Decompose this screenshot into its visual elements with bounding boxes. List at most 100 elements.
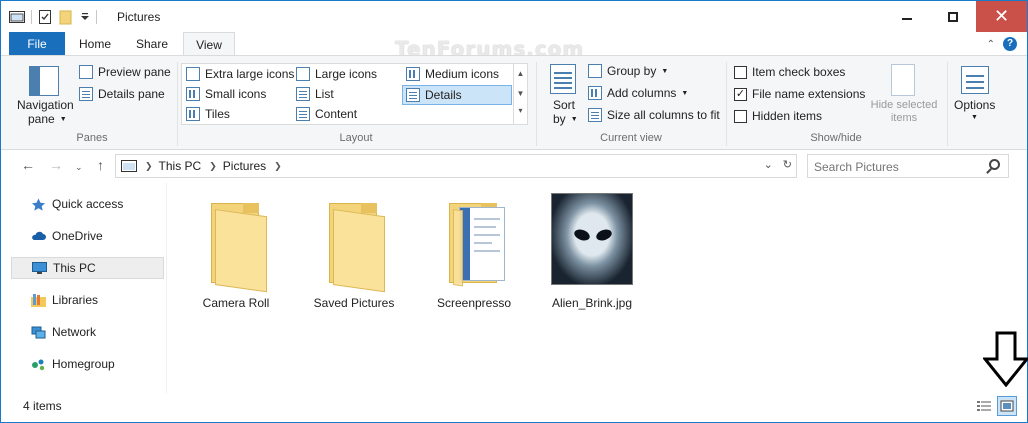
add-columns-button[interactable]: Add columns ▼	[588, 86, 688, 100]
file-name-extensions-checkbox[interactable]: ✓	[734, 87, 747, 101]
tab-file[interactable]: File	[9, 32, 65, 56]
item-check-boxes-checkbox[interactable]	[734, 65, 747, 79]
details-pane-button[interactable]: Details pane	[79, 87, 165, 101]
search-input[interactable]	[814, 159, 984, 175]
nav-item-libraries[interactable]: Libraries	[11, 289, 164, 311]
sort-by-dropdown[interactable]: by ▼	[553, 112, 578, 126]
cloud-icon	[32, 231, 46, 240]
scroll-up-icon[interactable]: ▲	[514, 64, 527, 84]
tab-home[interactable]: Home	[69, 32, 121, 56]
navigation-pane-icon	[29, 66, 59, 96]
small-icons-icon	[186, 87, 200, 101]
details-view-button[interactable]	[974, 396, 994, 416]
search-box[interactable]	[807, 154, 1009, 178]
layout-small-icons[interactable]: Small icons	[186, 87, 266, 101]
hide-selected-items-button[interactable]: Hide selected items	[865, 99, 943, 125]
layout-large-icons[interactable]: Large icons	[296, 67, 377, 81]
refresh-icon[interactable]: ↻	[783, 158, 792, 171]
list-icon	[296, 87, 310, 101]
navigation-pane: Quick access OneDrive This PC Libraries …	[1, 183, 167, 393]
tiles-icon	[186, 107, 200, 121]
group-by-button[interactable]: Group by ▼	[588, 64, 668, 78]
layout-details[interactable]: Details	[402, 85, 512, 105]
nav-item-label: Quick access	[52, 197, 124, 211]
nav-item-network[interactable]: Network	[11, 321, 164, 343]
navigation-pane-button[interactable]: Navigation	[17, 98, 74, 112]
scroll-down-icon[interactable]: ▼	[514, 84, 527, 104]
maximize-button[interactable]	[930, 1, 976, 32]
hide-selected-label: Hide selected	[870, 99, 938, 111]
breadcrumb-chevron-icon[interactable]: ❯	[209, 161, 217, 172]
breadcrumb-pictures[interactable]: Pictures	[223, 159, 266, 173]
size-columns-label: Size all columns to fit	[607, 108, 720, 122]
folder-with-document-icon	[445, 203, 505, 287]
minimize-button[interactable]	[884, 1, 930, 32]
navigation-pane-label: Navigation	[17, 98, 74, 112]
medium-icons-icon	[406, 67, 420, 81]
options-chevron-down-icon[interactable]: ▼	[971, 114, 978, 121]
tab-share[interactable]: Share	[125, 32, 179, 56]
nav-item-this-pc[interactable]: This PC	[11, 257, 164, 279]
file-item-label: Alien_Brink.jpg	[551, 296, 633, 310]
breadcrumb-chevron-icon[interactable]: ❯	[274, 161, 282, 172]
large-icons-view-button[interactable]	[997, 396, 1017, 416]
group-separator	[177, 62, 178, 146]
properties-icon[interactable]	[38, 9, 52, 25]
forward-arrow-icon[interactable]: →	[49, 157, 63, 173]
more-icon[interactable]: ▾	[514, 104, 527, 118]
minimize-ribbon-chevron-icon[interactable]: ⌃	[987, 39, 995, 50]
size-all-columns-button[interactable]: Size all columns to fit	[588, 108, 720, 122]
breadcrumb-this-pc[interactable]: This PC	[159, 159, 202, 173]
image-thumbnail	[551, 193, 633, 285]
nav-item-quick-access[interactable]: Quick access	[11, 193, 164, 215]
tab-view[interactable]: View	[183, 32, 235, 56]
details-view-icon	[977, 401, 991, 411]
sort-by-button[interactable]: Sort	[553, 98, 575, 112]
breadcrumb-chevron-icon[interactable]: ❯	[145, 161, 153, 172]
item-check-boxes-toggle[interactable]: Item check boxes	[734, 65, 845, 79]
file-item-label: Saved Pictures	[313, 296, 395, 310]
layout-item-label: Tiles	[205, 107, 230, 121]
layout-group-label: Layout	[339, 132, 373, 144]
layout-item-label: Large icons	[315, 67, 378, 81]
file-view: Camera Roll Saved Pictures Screenpresso …	[169, 183, 1028, 393]
recent-locations-chevron-icon[interactable]: ⌄	[75, 162, 83, 173]
back-arrow-icon[interactable]: ←	[21, 157, 35, 173]
options-button[interactable]: Options	[954, 98, 995, 112]
help-icon[interactable]: ?	[1003, 37, 1017, 51]
item-check-boxes-label: Item check boxes	[752, 65, 846, 79]
layout-medium-icons[interactable]: Medium icons	[406, 67, 499, 81]
preview-pane-button[interactable]: Preview pane	[79, 65, 171, 79]
minimize-icon	[902, 17, 912, 20]
chevron-down-icon: ▼	[59, 115, 67, 123]
hidden-items-toggle[interactable]: Hidden items	[734, 109, 822, 123]
layout-extra-large-icons[interactable]: Extra large icons	[186, 67, 294, 81]
nav-item-homegroup[interactable]: Homegroup	[11, 353, 164, 375]
explorer-app-icon[interactable]	[9, 10, 25, 24]
close-button[interactable]: ✕	[976, 1, 1027, 32]
layout-list[interactable]: List	[296, 87, 334, 101]
hidden-items-checkbox[interactable]	[734, 109, 747, 123]
file-item-label: Screenpresso	[436, 296, 512, 310]
layout-content[interactable]: Content	[296, 107, 357, 121]
large-icons-icon	[296, 67, 310, 81]
layout-item-label: Details	[425, 88, 462, 102]
customize-qat-chevron-icon[interactable]	[80, 12, 90, 22]
nav-item-onedrive[interactable]: OneDrive	[11, 225, 164, 247]
layout-tiles[interactable]: Tiles	[186, 107, 230, 121]
layout-item-label: Small icons	[205, 87, 267, 101]
address-dropdown-chevron-icon[interactable]: ⌄	[764, 158, 773, 171]
hidden-items-label: Hidden items	[752, 109, 823, 123]
library-icon	[31, 293, 46, 307]
navigation-pane-dropdown[interactable]: pane ▼	[28, 112, 67, 126]
search-icon[interactable]	[989, 159, 1000, 170]
layout-gallery-scroll[interactable]: ▲ ▼ ▾	[513, 64, 527, 124]
size-columns-icon	[588, 108, 602, 122]
nav-item-label: Homegroup	[52, 357, 115, 371]
up-arrow-icon[interactable]: ↑	[97, 157, 104, 173]
show-hide-group-label: Show/hide	[810, 132, 862, 144]
file-name-extensions-toggle[interactable]: ✓ File name extensions	[734, 87, 865, 101]
address-bar[interactable]: ❯ This PC ❯ Pictures ❯ ⌄ ↻	[115, 154, 797, 178]
new-folder-icon[interactable]	[58, 9, 74, 25]
current-view-group-label: Current view	[600, 132, 662, 144]
